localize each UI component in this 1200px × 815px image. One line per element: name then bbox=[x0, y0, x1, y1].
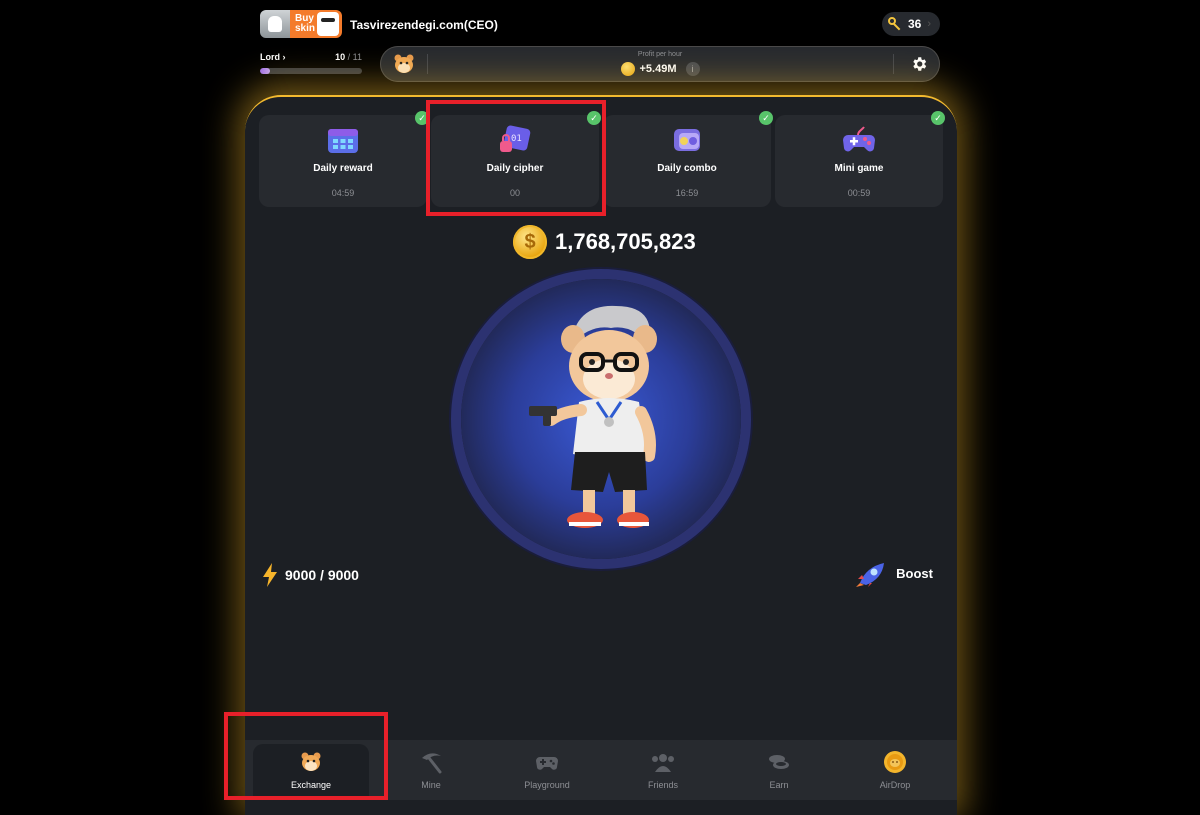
level-total: / 11 bbox=[347, 52, 362, 62]
calendar-icon bbox=[328, 129, 358, 153]
lightning-icon bbox=[263, 563, 277, 587]
nav-label: Earn bbox=[769, 780, 789, 790]
info-icon[interactable]: i bbox=[685, 62, 700, 76]
pickaxe-icon bbox=[422, 753, 442, 774]
friends-icon bbox=[652, 754, 674, 772]
daily-reward-card[interactable]: ✓ Daily reward 04:59 bbox=[259, 111, 429, 207]
energy-value: 9000 / 9000 bbox=[285, 567, 359, 583]
hamster-skin-icon bbox=[317, 12, 339, 36]
level-progress[interactable]: Lord › 10 / 11 bbox=[260, 52, 362, 74]
username[interactable]: Tasvirezendegi.com(CEO) bbox=[350, 18, 498, 32]
profit-label: Profit per hour bbox=[637, 51, 683, 58]
skin-banner[interactable]: Buy skin bbox=[260, 10, 342, 38]
boost-label: Boost bbox=[896, 565, 933, 581]
coins-icon bbox=[769, 755, 789, 769]
card-timer: 04:59 bbox=[331, 188, 355, 198]
balance-value: 1,768,705,823 bbox=[555, 229, 696, 254]
tap-hamster-button[interactable] bbox=[461, 279, 741, 559]
profit-value-row: +5.49M i bbox=[380, 62, 940, 76]
chevron-right-icon: › bbox=[927, 18, 932, 30]
airdrop-coin-icon bbox=[884, 751, 906, 773]
gear-icon[interactable] bbox=[910, 55, 928, 73]
hamster-ceo-character bbox=[529, 305, 657, 528]
boost-button[interactable]: Boost bbox=[856, 559, 933, 587]
card-timer: 16:59 bbox=[675, 188, 699, 198]
avatar[interactable] bbox=[260, 10, 290, 38]
level-count: 10 / 11 bbox=[335, 52, 362, 62]
highlight-box-daily-cipher bbox=[426, 100, 606, 216]
nav-label: Playground bbox=[524, 780, 570, 790]
chevron-right-icon: › bbox=[282, 52, 286, 62]
nav-playground[interactable]: Playground bbox=[489, 740, 605, 800]
combo-icon bbox=[674, 129, 700, 151]
card-title: Daily combo bbox=[657, 163, 717, 174]
top-bar: Buy skin Tasvirezendegi.com(CEO) 36 › bbox=[260, 8, 940, 42]
nav-airdrop[interactable]: AirDrop bbox=[837, 740, 953, 800]
level-name-row: Lord › bbox=[260, 52, 286, 62]
profit-bar: Profit per hour +5.49M i bbox=[380, 46, 940, 82]
gamepad-icon bbox=[536, 757, 558, 770]
keys-count: 36 bbox=[908, 17, 922, 31]
daily-combo-card[interactable]: ✓ Daily combo 16:59 bbox=[603, 111, 773, 207]
level-current: 10 bbox=[335, 52, 346, 62]
buy-skin-button[interactable]: Buy skin bbox=[290, 10, 342, 38]
level-name: Lord bbox=[260, 52, 280, 62]
card-timer: 00:59 bbox=[847, 188, 871, 198]
highlight-box-exchange bbox=[224, 712, 388, 800]
check-icon: ✓ bbox=[931, 111, 945, 125]
balance: $ 1,768,705,823 bbox=[513, 225, 696, 259]
key-icon bbox=[888, 17, 902, 31]
nav-label: AirDrop bbox=[879, 780, 911, 790]
keys-badge[interactable]: 36 › bbox=[882, 12, 940, 36]
rocket-icon bbox=[856, 563, 885, 587]
profit-value: +5.49M bbox=[639, 63, 677, 75]
card-title: Mini game bbox=[834, 163, 884, 174]
gamepad-icon bbox=[843, 126, 875, 152]
energy: 9000 / 9000 bbox=[261, 563, 359, 587]
nav-label: Mine bbox=[421, 780, 441, 790]
nav-friends[interactable]: Friends bbox=[605, 740, 721, 800]
level-progress-fill bbox=[260, 68, 271, 74]
nav-earn[interactable]: Earn bbox=[721, 740, 837, 800]
divider bbox=[893, 54, 894, 74]
check-icon: ✓ bbox=[759, 111, 773, 125]
card-title: Daily reward bbox=[313, 163, 373, 174]
nav-label: Friends bbox=[647, 780, 678, 790]
level-progress-bar bbox=[260, 68, 362, 74]
buy-skin-label: Buy skin bbox=[295, 13, 316, 34]
dollar-coin-icon: $ bbox=[513, 225, 547, 259]
nav-mine[interactable]: Mine bbox=[373, 740, 489, 800]
mini-game-card[interactable]: ✓ Mini game 00:59 bbox=[775, 111, 945, 207]
coin-icon bbox=[620, 62, 635, 76]
